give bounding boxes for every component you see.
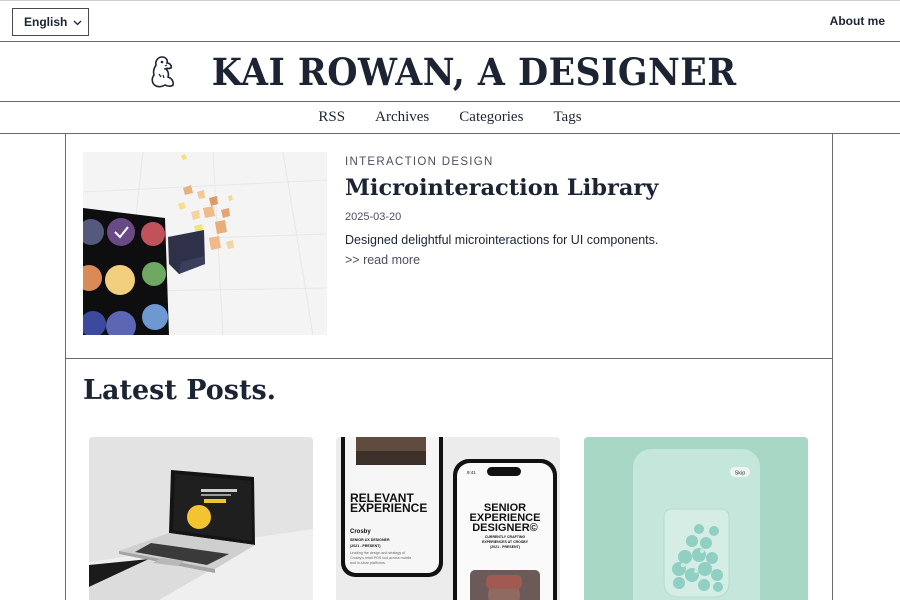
card2-right-sub1: CURRENTLY CRAFTING [485, 535, 526, 539]
card2-body2: Crosby's retail POS tool across mobile [350, 556, 411, 560]
main-nav: RSS Archives Categories Tags [0, 102, 900, 134]
post-card[interactable] [89, 437, 313, 600]
card2-company: Crosby [350, 529, 371, 535]
skip-label: Skip [735, 471, 746, 477]
card2-title2: EXPERIENCE [350, 501, 427, 515]
card2-dates: (2021 - PRESENT) [350, 544, 381, 548]
masthead: KAI ROWAN, A DESIGNER [0, 42, 900, 102]
language-select[interactable]: English [12, 8, 89, 36]
nav-item-tags[interactable]: Tags [553, 109, 581, 126]
card2-body1: Leading the design and strategy of [350, 551, 405, 555]
card2-right-sub2: EXPERIENCES AT CROSBY [482, 540, 529, 544]
read-more-link[interactable]: >> read more [345, 253, 420, 267]
featured-title[interactable]: Microinteraction Library [345, 175, 658, 201]
main-content: INTERACTION DESIGN Microinteraction Libr… [65, 134, 833, 600]
nav-item-categories[interactable]: Categories [459, 109, 523, 126]
card2-right-sub3: (2021 - PRESENT) [490, 545, 520, 549]
nav-item-archives[interactable]: Archives [375, 109, 429, 126]
post-card[interactable]: RELEVANT EXPERIENCE Crosby SENIOR UX DES… [336, 437, 560, 600]
nav-item-rss[interactable]: RSS [318, 109, 345, 126]
language-label: English [24, 15, 68, 29]
featured-description: Designed delightful microinteractions fo… [345, 233, 659, 247]
chevron-down-icon [73, 15, 82, 29]
card2-role: SENIOR UX DESIGNER [350, 538, 390, 542]
post-card-image [89, 437, 313, 600]
featured-post-image[interactable] [83, 152, 327, 335]
post-card-image: RELEVANT EXPERIENCE Crosby SENIOR UX DES… [336, 437, 560, 600]
post-card[interactable]: Skip [584, 437, 808, 600]
card2-right-t3: DESIGNER© [472, 522, 538, 534]
about-me-link[interactable]: About me [830, 14, 885, 28]
featured-post: INTERACTION DESIGN Microinteraction Libr… [66, 134, 832, 359]
card2-time: 9:41 [467, 470, 476, 475]
post-card-image: Skip [584, 437, 808, 600]
card2-body3: and in-store platforms. [350, 561, 386, 565]
featured-date: 2025-03-20 [345, 211, 402, 223]
dinosaur-logo-icon[interactable] [147, 54, 179, 90]
latest-posts-heading: Latest Posts. [83, 375, 277, 406]
site-title: KAI ROWAN, A DESIGNER [211, 49, 737, 94]
featured-category[interactable]: INTERACTION DESIGN [345, 156, 494, 168]
top-bar: English About me [0, 0, 900, 42]
